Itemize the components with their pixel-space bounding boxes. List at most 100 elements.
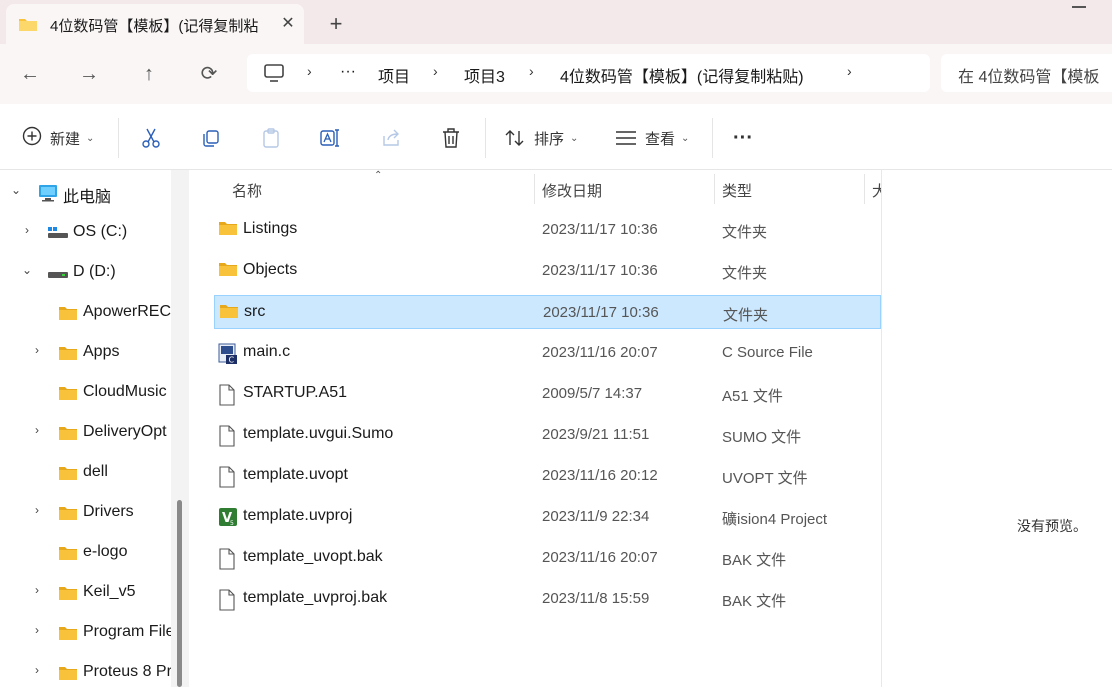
- sidebar-item-folder[interactable]: › DeliveryOpt: [0, 412, 171, 452]
- file-modified-date: 2023/11/17 10:36: [542, 262, 658, 279]
- minimize-icon[interactable]: [1072, 6, 1086, 8]
- column-header-name[interactable]: 名称: [232, 180, 262, 201]
- breadcrumb-item[interactable]: 项目: [378, 63, 410, 87]
- more-options-button[interactable]: ···: [733, 124, 753, 152]
- column-divider[interactable]: [714, 174, 715, 204]
- breadcrumb-item[interactable]: 4位数码管【模板】(记得复制粘贴): [560, 63, 804, 87]
- chevron-right-icon[interactable]: ›: [529, 63, 534, 79]
- chevron-right-icon[interactable]: ›: [30, 503, 44, 517]
- file-row[interactable]: STARTUP.A51 2009/5/7 14:37 A51 文件: [214, 377, 881, 411]
- sidebar-item-folder[interactable]: ApowerREC: [0, 292, 171, 332]
- view-button[interactable]: 查看 ⌄: [615, 124, 689, 152]
- sidebar-item-folder[interactable]: › Apps: [0, 332, 171, 372]
- file-icon: [218, 425, 236, 451]
- chevron-right-icon[interactable]: ›: [433, 63, 438, 79]
- view-label: 查看: [645, 130, 676, 148]
- sort-ascending-icon: ⌃: [374, 170, 383, 181]
- breadcrumb-more[interactable]: ···: [340, 63, 356, 81]
- file-row[interactable]: template_uvopt.bak 2023/11/16 20:07 BAK 文件: [214, 541, 881, 575]
- file-icon: [218, 384, 236, 410]
- cut-button[interactable]: [141, 124, 161, 152]
- forward-button[interactable]: →: [73, 58, 105, 90]
- chevron-right-icon[interactable]: ›: [30, 623, 44, 637]
- sidebar-item-this-pc[interactable]: ⌄ 此电脑: [0, 172, 171, 212]
- column-divider[interactable]: [534, 174, 535, 204]
- back-button[interactable]: ←: [14, 58, 46, 90]
- sidebar-item-folder[interactable]: e-logo: [0, 532, 171, 572]
- tab-current[interactable]: 4位数码管【模板】(记得复制粘 ✕: [6, 4, 304, 44]
- sidebar-item-folder[interactable]: › Drivers: [0, 492, 171, 532]
- sidebar-item-folder[interactable]: dell: [0, 452, 171, 492]
- chevron-down-icon: ⌄: [570, 132, 579, 144]
- file-modified-date: 2023/11/17 10:36: [543, 304, 659, 321]
- file-row[interactable]: Objects 2023/11/17 10:36 文件夹: [214, 254, 881, 288]
- folder-icon: [58, 385, 78, 405]
- file-row[interactable]: template.uvgui.Sumo 2023/9/21 11:51 SUMO 文…: [214, 418, 881, 452]
- share-button[interactable]: [381, 124, 401, 152]
- sidebar-item-label: Program File: [83, 623, 171, 640]
- tab-title: 4位数码管【模板】(记得复制粘: [50, 18, 259, 35]
- folder-icon: [219, 303, 239, 323]
- chevron-right-icon[interactable]: ›: [30, 423, 44, 437]
- close-tab-icon[interactable]: ✕: [278, 14, 298, 34]
- file-row[interactable]: Cmain.c 2023/11/16 20:07 C Source File: [214, 336, 881, 370]
- chevron-down-icon: ⌄: [86, 132, 95, 144]
- file-row[interactable]: Listings 2023/11/17 10:36 文件夹: [214, 213, 881, 247]
- column-header-type[interactable]: 类型: [722, 180, 752, 201]
- file-row[interactable]: template.uvopt 2023/11/16 20:12 UVOPT 文件: [214, 459, 881, 493]
- sidebar-item-folder[interactable]: › Keil_v5: [0, 572, 171, 612]
- svg-text:5: 5: [230, 520, 234, 527]
- chevron-right-icon[interactable]: ›: [30, 663, 44, 677]
- file-modified-date: 2023/11/8 15:59: [542, 590, 650, 607]
- new-tab-button[interactable]: +: [322, 10, 350, 38]
- file-type: A51 文件: [722, 388, 783, 405]
- rename-button[interactable]: [320, 124, 342, 152]
- computer-icon: [38, 184, 58, 206]
- search-placeholder: 在 4位数码管【模板: [958, 69, 1100, 86]
- column-header-size[interactable]: 大: [872, 180, 881, 201]
- chevron-down-icon[interactable]: ⌄: [9, 183, 23, 197]
- sidebar-scroll-thumb[interactable]: [177, 500, 182, 687]
- chevron-right-icon[interactable]: ›: [30, 343, 44, 357]
- chevron-right-icon[interactable]: ›: [20, 223, 34, 237]
- sidebar-item-folder[interactable]: › Proteus 8 Pr: [0, 652, 171, 687]
- chevron-right-icon[interactable]: ›: [30, 583, 44, 597]
- breadcrumb-item[interactable]: 项目3: [464, 63, 505, 87]
- column-divider[interactable]: [864, 174, 865, 204]
- refresh-button[interactable]: ⟳: [193, 58, 225, 90]
- file-row[interactable]: src 2023/11/17 10:36 文件夹: [214, 295, 881, 329]
- up-button[interactable]: ↑: [133, 58, 165, 90]
- search-input[interactable]: 在 4位数码管【模板: [941, 54, 1112, 92]
- file-type: 文件夹: [723, 307, 769, 324]
- sidebar-item-folder[interactable]: CloudMusic: [0, 372, 171, 412]
- column-header-modified[interactable]: 修改日期: [542, 180, 602, 201]
- file-type: SUMO 文件: [722, 429, 802, 446]
- this-pc-icon[interactable]: [263, 63, 285, 87]
- folder-icon: [58, 545, 78, 565]
- keil-project-icon: V5: [218, 507, 238, 531]
- sidebar-item-folder[interactable]: › Program File: [0, 612, 171, 652]
- file-modified-date: 2023/11/16 20:12: [542, 467, 658, 484]
- chevron-right-icon[interactable]: ›: [307, 63, 312, 79]
- file-modified-date: 2023/9/21 11:51: [542, 426, 650, 443]
- address-bar[interactable]: › ··· 项目 › 项目3 › 4位数码管【模板】(记得复制粘贴) ›: [247, 54, 930, 92]
- delete-button[interactable]: [441, 124, 461, 152]
- paste-button[interactable]: [261, 124, 281, 152]
- file-row[interactable]: V 5 template.uvproj 2023/11/9 22:34 礦ision4 …: [214, 500, 881, 534]
- copy-icon: [203, 130, 219, 147]
- folder-icon: [58, 665, 78, 685]
- drive-icon: [47, 267, 69, 284]
- sidebar-item-label: D (D:): [73, 263, 116, 280]
- copy-button[interactable]: [201, 124, 221, 152]
- navigation-bar: ← → ↑ ⟳ › ··· 项目 › 项目3 › 4位数码管【模板】(记得复制粘…: [0, 44, 1112, 104]
- sidebar-item-c-drive[interactable]: › OS (C:): [0, 212, 171, 252]
- folder-icon: [58, 585, 78, 605]
- file-type: 文件夹: [722, 224, 768, 241]
- file-row[interactable]: template_uvproj.bak 2023/11/8 15:59 BAK 文件: [214, 582, 881, 616]
- sidebar-item-d-drive[interactable]: ⌄ D (D:): [0, 252, 171, 292]
- title-bar: 4位数码管【模板】(记得复制粘 ✕ +: [0, 0, 1112, 44]
- chevron-right-icon[interactable]: ›: [847, 63, 852, 79]
- chevron-down-icon[interactable]: ⌄: [20, 263, 34, 277]
- sort-button[interactable]: 排序 ⌄: [504, 124, 578, 152]
- new-button[interactable]: 新建 ⌄: [22, 124, 94, 152]
